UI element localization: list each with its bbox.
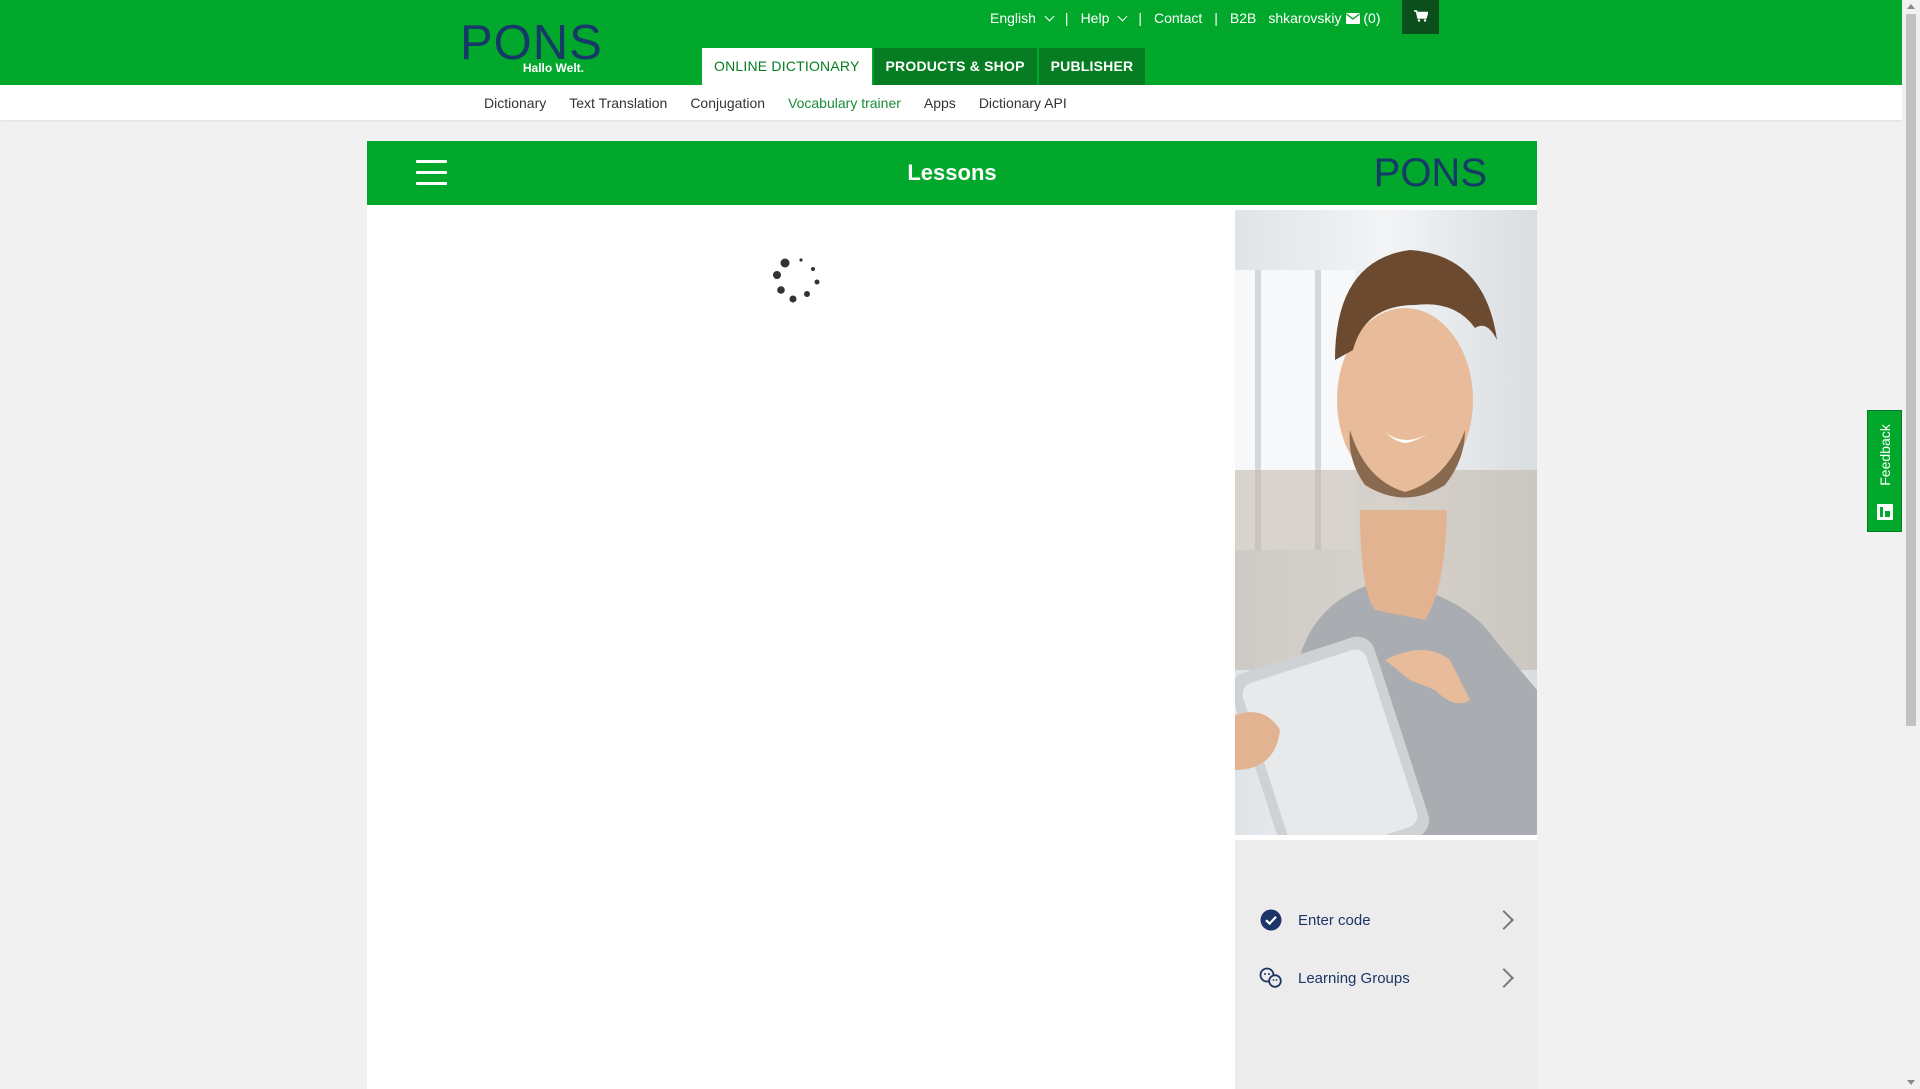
scroll-thumb[interactable] xyxy=(1906,14,1916,726)
subnav-dictionary[interactable]: Dictionary xyxy=(484,95,546,111)
subnav-text-translation[interactable]: Text Translation xyxy=(569,95,667,111)
chevron-down-icon xyxy=(1044,11,1055,22)
top-links: English | Help | Contact | B2B shkarovsk… xyxy=(990,8,1381,28)
learning-groups-item[interactable]: Learning Groups xyxy=(1259,958,1521,998)
chevron-right-icon xyxy=(1494,968,1514,988)
contact-link[interactable]: Contact xyxy=(1154,10,1202,26)
language-label: English xyxy=(990,10,1036,26)
pons-logo[interactable]: PONS Hallo Welt. xyxy=(460,18,602,76)
tab-online-dictionary[interactable]: ONLINE DICTIONARY xyxy=(702,48,872,85)
group-icon xyxy=(1259,966,1283,990)
separator: | xyxy=(1138,10,1142,26)
learning-groups-label: Learning Groups xyxy=(1298,969,1410,987)
feedback-label: Feedback xyxy=(1876,424,1893,486)
separator: | xyxy=(1064,10,1069,26)
mail-icon xyxy=(1345,11,1360,27)
separator: | xyxy=(1214,10,1218,26)
subnav-dictionary-api[interactable]: Dictionary API xyxy=(979,95,1067,111)
sub-nav: Dictionary Text Translation Conjugation … xyxy=(0,85,1902,120)
top-header: PONS Hallo Welt. English | Help | Contac… xyxy=(0,0,1902,85)
hero-photo xyxy=(1235,210,1537,835)
scroll-down-icon[interactable] xyxy=(1907,1080,1915,1085)
chevron-down-icon xyxy=(1117,11,1128,22)
sub-nav-items: Dictionary Text Translation Conjugation … xyxy=(484,85,1090,120)
page-scrollbar[interactable] xyxy=(1902,0,1920,1089)
help-menu[interactable]: Help xyxy=(1080,10,1128,26)
tab-products-shop[interactable]: PRODUCTS & SHOP xyxy=(873,48,1037,85)
cart-icon xyxy=(1413,9,1429,25)
chevron-right-icon xyxy=(1494,910,1514,930)
enter-code-label: Enter code xyxy=(1298,911,1371,929)
enter-code-item[interactable]: Enter code xyxy=(1259,900,1521,940)
side-menu: Enter code Learning Groups xyxy=(1235,840,1537,1089)
feedback-tab[interactable]: Feedback xyxy=(1867,410,1902,532)
subnav-vocabulary-trainer[interactable]: Vocabulary trainer xyxy=(788,95,901,111)
scroll-up-icon[interactable] xyxy=(1907,4,1915,9)
language-selector[interactable]: English xyxy=(990,10,1055,26)
cart-button[interactable] xyxy=(1402,0,1439,34)
loading-spinner-icon xyxy=(769,255,825,311)
feedback-icon xyxy=(1876,503,1894,521)
main-tabs: ONLINE DICTIONARY PRODUCTS & SHOP PUBLIS… xyxy=(702,48,1147,85)
lessons-content xyxy=(367,205,1235,1089)
pons-panel-logo: PONS xyxy=(1373,151,1487,195)
messages-count: (0) xyxy=(1363,10,1381,26)
b2b-link[interactable]: B2B xyxy=(1230,10,1256,26)
check-circle-icon xyxy=(1259,908,1283,932)
help-label: Help xyxy=(1080,10,1110,26)
lessons-header: Lessons PONS xyxy=(367,141,1537,205)
subnav-apps[interactable]: Apps xyxy=(924,95,956,111)
page-title: Lessons xyxy=(907,160,997,185)
subnav-conjugation[interactable]: Conjugation xyxy=(690,95,765,111)
logo-tagline: Hallo Welt. xyxy=(522,61,584,75)
username: shkarovskiy xyxy=(1268,10,1342,26)
user-account-link[interactable]: shkarovskiy (0) xyxy=(1268,10,1380,26)
tab-publisher[interactable]: PUBLISHER xyxy=(1038,48,1146,85)
